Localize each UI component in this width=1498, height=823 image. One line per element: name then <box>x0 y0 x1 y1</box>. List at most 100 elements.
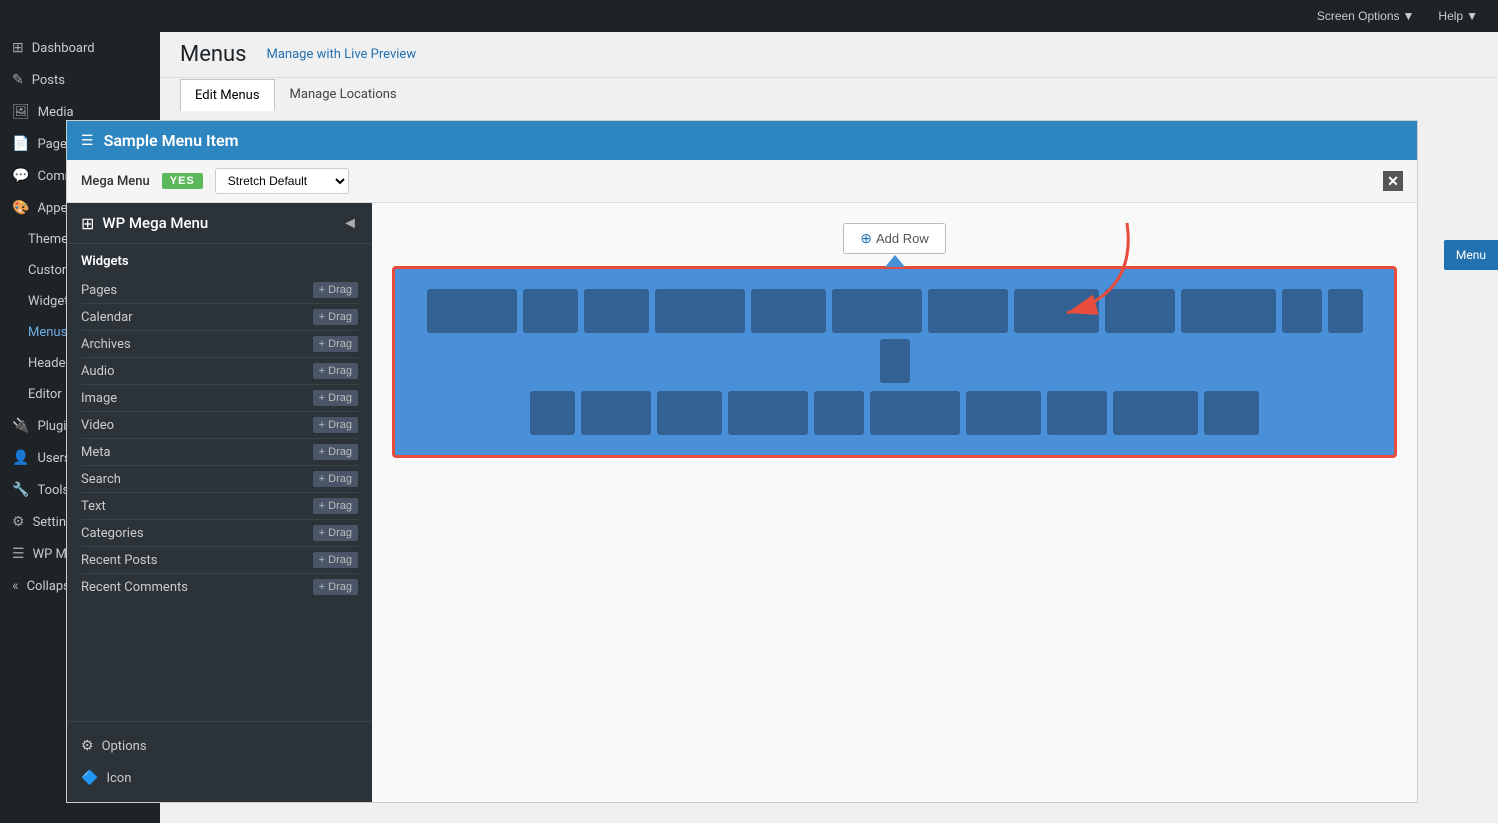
main-content: Menus Manage with Live Preview Edit Menu… <box>160 32 1498 823</box>
wp-layout: ⊞ Dashboard ✎ Posts 🖼 Media 📄 Pages 💬 Co… <box>0 32 1498 823</box>
widget-item-categories: Categories + Drag <box>160 520 358 547</box>
widget-item-audio: Audio + Drag <box>160 358 358 385</box>
add-row-label: Add Row <box>876 231 929 246</box>
widget-drag-archives[interactable]: + Drag <box>313 336 358 352</box>
widget-item-recent-comments: Recent Comments + Drag <box>160 574 358 600</box>
block <box>928 289 1008 333</box>
pages-icon: 📄 <box>12 136 29 152</box>
blocks-row-1 <box>411 289 1378 383</box>
mega-menu-modal: ☰ Sample Menu Item Mega Menu YES Stretch… <box>160 120 1418 803</box>
media-icon: 🖼 <box>12 104 30 120</box>
modal-title: Sample Menu Item <box>160 131 239 150</box>
block <box>1113 391 1198 435</box>
menu-float-button[interactable]: Menu <box>1444 240 1498 270</box>
sidebar-item-label: Posts <box>32 73 65 88</box>
icon-item[interactable]: 🔷 Icon <box>160 762 358 794</box>
widget-drag-pages[interactable]: + Drag <box>313 282 358 298</box>
widget-item-image: Image + Drag <box>160 385 358 412</box>
page-title: Menus <box>180 42 247 67</box>
tab-manage-locations[interactable]: Manage Locations <box>275 78 412 110</box>
sidebar-item-label: Tools <box>37 483 69 498</box>
admin-tabs: Edit Menus Manage Locations <box>160 78 1498 110</box>
help-label: Help <box>1438 9 1463 23</box>
screen-options-label: Screen Options <box>1317 9 1400 23</box>
add-row-container: ⊕ Add Row <box>392 223 1397 254</box>
wpmega-icon: ☰ <box>12 546 25 562</box>
block <box>581 391 651 435</box>
appearance-icon: 🎨 <box>12 200 29 216</box>
widget-drag-recent-posts[interactable]: + Drag <box>313 552 358 568</box>
stretch-select[interactable]: Stretch Default Stretch No Stretch <box>215 168 349 194</box>
sidebar-item-dashboard[interactable]: ⊞ Dashboard <box>0 32 160 64</box>
block <box>1014 289 1099 333</box>
settings-icon: ⚙ <box>12 514 25 530</box>
widget-drag-text[interactable]: + Drag <box>313 498 358 514</box>
sidebar-item-posts[interactable]: ✎ Posts <box>0 64 160 96</box>
modal-header: ☰ Sample Menu Item <box>160 121 1417 160</box>
widgets-section: Widgets Pages + Drag Calendar + Drag <box>160 244 372 721</box>
block <box>657 391 722 435</box>
widget-drag-search[interactable]: + Drag <box>313 471 358 487</box>
left-panel-footer: ⚙ Options 🔷 Icon <box>160 721 372 802</box>
manage-live-preview-link[interactable]: Manage with Live Preview <box>267 47 417 62</box>
block <box>523 289 578 333</box>
block <box>1204 391 1259 435</box>
sidebar-item-label: Media <box>38 105 74 120</box>
options-item[interactable]: ⚙ Options <box>160 730 358 762</box>
mega-menu-row[interactable] <box>392 266 1397 458</box>
collapse-panel-button[interactable]: ◄ <box>342 213 358 233</box>
block <box>1105 289 1175 333</box>
dashboard-icon: ⊞ <box>12 40 24 56</box>
widgets-title: Widgets <box>160 254 358 269</box>
comments-icon: 💬 <box>12 168 29 184</box>
plugins-icon: 🔌 <box>12 418 29 434</box>
block <box>870 391 960 435</box>
block <box>427 289 517 333</box>
sidebar-item-label: Editor <box>28 387 62 402</box>
block <box>880 339 910 383</box>
widget-item-meta: Meta + Drag <box>160 439 358 466</box>
right-panel: ⊕ Add Row <box>372 203 1417 802</box>
screen-options-arrow-icon: ▼ <box>1403 9 1415 23</box>
widget-item-text: Text + Drag <box>160 493 358 520</box>
widget-drag-audio[interactable]: + Drag <box>313 363 358 379</box>
help-button[interactable]: Help ▼ <box>1430 5 1486 27</box>
block <box>814 391 864 435</box>
widget-drag-meta[interactable]: + Drag <box>313 444 358 460</box>
collapse-icon: « <box>12 578 19 594</box>
wp-mega-menu-header: ⊞ WP Mega Menu ◄ <box>160 203 372 244</box>
block <box>1181 289 1276 333</box>
widget-drag-categories[interactable]: + Drag <box>313 525 358 541</box>
block <box>1328 289 1363 333</box>
block <box>832 289 922 333</box>
help-arrow-icon: ▼ <box>1466 9 1478 23</box>
admin-page-header: Menus Manage with Live Preview <box>160 32 1498 78</box>
sidebar-item-label: Menus <box>28 325 67 340</box>
mega-menu-toggle[interactable]: YES <box>162 173 203 189</box>
widget-drag-calendar[interactable]: + Drag <box>313 309 358 325</box>
sidebar-item-label: Dashboard <box>32 41 95 56</box>
widget-item-archives: Archives + Drag <box>160 331 358 358</box>
add-row-button[interactable]: ⊕ Add Row <box>843 223 945 254</box>
widget-drag-image[interactable]: + Drag <box>313 390 358 406</box>
block <box>530 391 575 435</box>
block <box>584 289 649 333</box>
widget-drag-recent-comments[interactable]: + Drag <box>313 579 358 595</box>
screen-options-button[interactable]: Screen Options ▼ <box>1309 5 1423 27</box>
add-row-plus-icon: ⊕ <box>860 230 872 247</box>
left-panel: ⊞ WP Mega Menu ◄ Widgets Pages + Drag <box>160 203 372 802</box>
widget-item-pages: Pages + Drag <box>160 277 358 304</box>
sidebar-item-label: Header <box>28 356 70 371</box>
users-icon: 👤 <box>12 450 29 466</box>
widget-item-video: Video + Drag <box>160 412 358 439</box>
block <box>728 391 808 435</box>
block <box>1047 391 1107 435</box>
tab-manage-locations-label: Manage Locations <box>290 87 397 102</box>
widget-item-search: Search + Drag <box>160 466 358 493</box>
modal-body: ⊞ WP Mega Menu ◄ Widgets Pages + Drag <box>160 203 1417 802</box>
modal-close-button[interactable]: ✕ <box>1383 171 1403 191</box>
admin-bar: Screen Options ▼ Help ▼ <box>0 0 1498 32</box>
widget-name-recent-comments: Recent Comments <box>160 580 188 595</box>
widget-drag-video[interactable]: + Drag <box>313 417 358 433</box>
tab-edit-menus[interactable]: Edit Menus <box>180 79 275 111</box>
